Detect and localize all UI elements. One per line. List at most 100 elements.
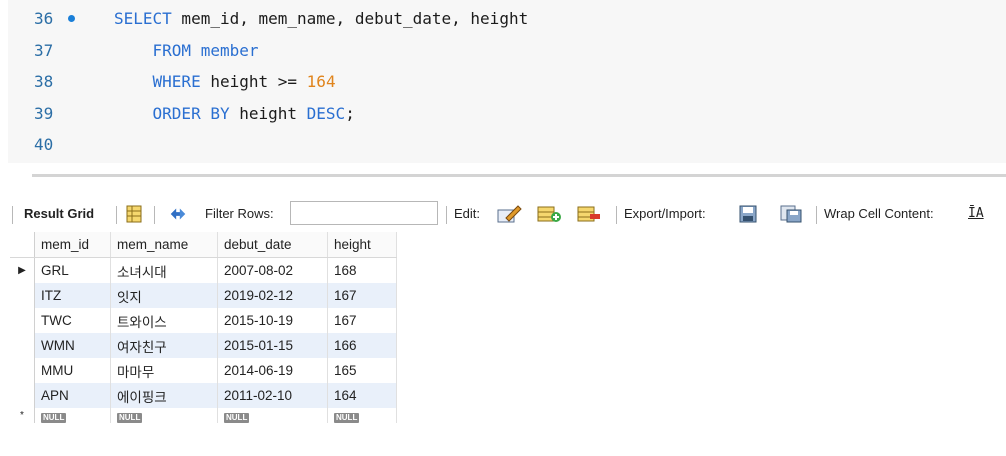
table-cell[interactable]: ITZ <box>34 283 111 308</box>
table-cell[interactable]: MMU <box>34 358 111 383</box>
filter-rows-input[interactable] <box>290 201 438 225</box>
sql-keyword: DESC <box>306 103 346 123</box>
null-badge: NULL <box>224 413 250 423</box>
sql-keyword: ORDER BY <box>114 103 230 123</box>
table-cell[interactable]: 에이핑크 <box>110 383 218 408</box>
toolbar-separator <box>816 206 817 224</box>
wrap-cell-label: Wrap Cell Content: <box>824 206 934 221</box>
header-row: mem_id mem_name debut_date height <box>10 232 397 258</box>
pane-splitter[interactable] <box>32 174 1006 177</box>
grid-view-icon[interactable] <box>124 205 144 223</box>
table-cell[interactable]: 마마무 <box>110 358 218 383</box>
null-badge: NULL <box>117 413 143 423</box>
result-toolbar: Result Grid Filter Rows: Edit: Export/Im… <box>0 196 1006 232</box>
table-cell[interactable]: 2015-01-15 <box>217 333 328 358</box>
table-cell[interactable]: 167 <box>327 308 397 333</box>
editor-line[interactable]: 39 ORDER BY height DESC; <box>8 99 1006 129</box>
sql-keyword: SELECT <box>114 9 172 28</box>
line-number: 39 <box>34 103 54 123</box>
row-header-corner <box>10 232 35 258</box>
column-header-mem-name[interactable]: mem_name <box>110 232 218 258</box>
wrap-cell-toggle-icon[interactable]: ĪA <box>968 196 984 232</box>
result-grid-tab[interactable]: Result Grid <box>24 196 94 232</box>
table-cell[interactable]: 2007-08-02 <box>217 257 328 283</box>
code-text: ORDER BY height DESC; <box>114 99 355 129</box>
code-text: WHERE height >= 164 <box>114 67 336 97</box>
table-row[interactable]: APN 에이핑크 2011-02-10 164 <box>10 383 397 408</box>
table-cell[interactable]: TWC <box>34 308 111 333</box>
result-table: mem_id mem_name debut_date height ▶ GRL 소녀… <box>10 232 397 423</box>
table-cell[interactable]: APN <box>34 383 111 408</box>
table-row[interactable]: ITZ 잇지 2019-02-12 167 <box>10 283 397 308</box>
sql-text: height <box>229 103 307 123</box>
column-header-debut-date[interactable]: debut_date <box>217 232 328 258</box>
table-row[interactable]: MMU 마마무 2014-06-19 165 <box>10 358 397 383</box>
table-row[interactable]: TWC 트와이스 2015-10-19 167 <box>10 308 397 333</box>
line-number: 37 <box>34 40 54 60</box>
editor-line[interactable]: 37 FROM member <box>8 36 1006 66</box>
statement-marker-icon <box>68 15 75 22</box>
new-row-cell[interactable]: NULL <box>110 408 218 423</box>
table-cell[interactable]: 2019-02-12 <box>217 283 328 308</box>
sql-keyword: WHERE <box>114 72 201 91</box>
toolbar-separator <box>616 206 617 224</box>
table-cell[interactable]: 2014-06-19 <box>217 358 328 383</box>
sql-text: height >= <box>200 72 307 91</box>
editor-line[interactable]: 36 SELECT mem_id, mem_name, debut_date, h… <box>8 4 1006 34</box>
new-row-cell[interactable]: NULL <box>327 408 397 423</box>
table-cell[interactable]: 165 <box>327 358 397 383</box>
toolbar-separator <box>154 206 155 224</box>
table-cell[interactable]: 166 <box>327 333 397 358</box>
row-header[interactable] <box>10 308 35 333</box>
refresh-icon[interactable] <box>168 205 188 223</box>
line-number: 40 <box>34 135 54 154</box>
sql-keyword: FROM <box>114 40 192 60</box>
filter-rows-label: Filter Rows: <box>205 206 274 221</box>
row-header[interactable] <box>10 283 35 308</box>
toolbar-separator <box>116 206 117 224</box>
row-header[interactable] <box>10 333 35 358</box>
sql-editor[interactable]: 36 SELECT mem_id, mem_name, debut_date, h… <box>0 0 1006 163</box>
code-text: FROM member <box>114 36 259 66</box>
new-row-cell[interactable]: NULL <box>217 408 328 423</box>
edit-current-row-icon[interactable] <box>496 205 522 223</box>
editor-line[interactable]: 40 <box>8 130 1006 160</box>
table-cell[interactable]: 167 <box>327 283 397 308</box>
null-badge: NULL <box>334 413 360 423</box>
row-header[interactable] <box>10 383 35 408</box>
editor-line[interactable]: 38 WHERE height >= 164 <box>8 67 1006 97</box>
null-badge: NULL <box>41 413 67 423</box>
table-row[interactable]: WMN 여자친구 2015-01-15 166 <box>10 333 397 358</box>
export-icon[interactable] <box>738 205 758 223</box>
table-cell[interactable]: 2011-02-10 <box>217 383 328 408</box>
column-header-height[interactable]: height <box>327 232 397 258</box>
sql-text: mem_id, mem_name, debut_date, height <box>171 9 529 28</box>
table-cell[interactable]: 여자친구 <box>110 333 218 358</box>
sql-keyword: member <box>191 40 259 60</box>
table-cell[interactable]: 트와이스 <box>110 308 218 333</box>
sql-number: 164 <box>306 72 336 91</box>
row-header[interactable] <box>10 358 35 383</box>
table-cell[interactable]: 168 <box>327 257 397 283</box>
line-number: 38 <box>34 72 54 91</box>
column-header-mem-id[interactable]: mem_id <box>34 232 111 258</box>
table-cell[interactable]: 소녀시대 <box>110 257 218 283</box>
table-cell[interactable]: GRL <box>34 257 111 283</box>
toolbar-separator <box>446 206 447 224</box>
toolbar-separator <box>12 206 13 224</box>
row-header[interactable]: ▶ <box>10 257 35 283</box>
new-row-cell[interactable]: NULL <box>34 408 111 423</box>
table-row[interactable]: ▶ GRL 소녀시대 2007-08-02 168 <box>10 257 397 283</box>
import-icon[interactable] <box>778 205 804 223</box>
new-row-marker: * <box>10 408 35 423</box>
table-cell[interactable]: 164 <box>327 383 397 408</box>
code-text: SELECT mem_id, mem_name, debut_date, hei… <box>114 4 528 34</box>
delete-row-icon[interactable] <box>576 205 602 223</box>
result-grid: mem_id mem_name debut_date height ▶ GRL 소녀… <box>10 232 397 423</box>
table-cell[interactable]: 잇지 <box>110 283 218 308</box>
insert-row-icon[interactable] <box>536 205 562 223</box>
table-cell[interactable]: WMN <box>34 333 111 358</box>
new-row[interactable]: * NULL NULL NULL NULL <box>10 408 397 423</box>
table-cell[interactable]: 2015-10-19 <box>217 308 328 333</box>
sql-text: ; <box>345 103 355 123</box>
